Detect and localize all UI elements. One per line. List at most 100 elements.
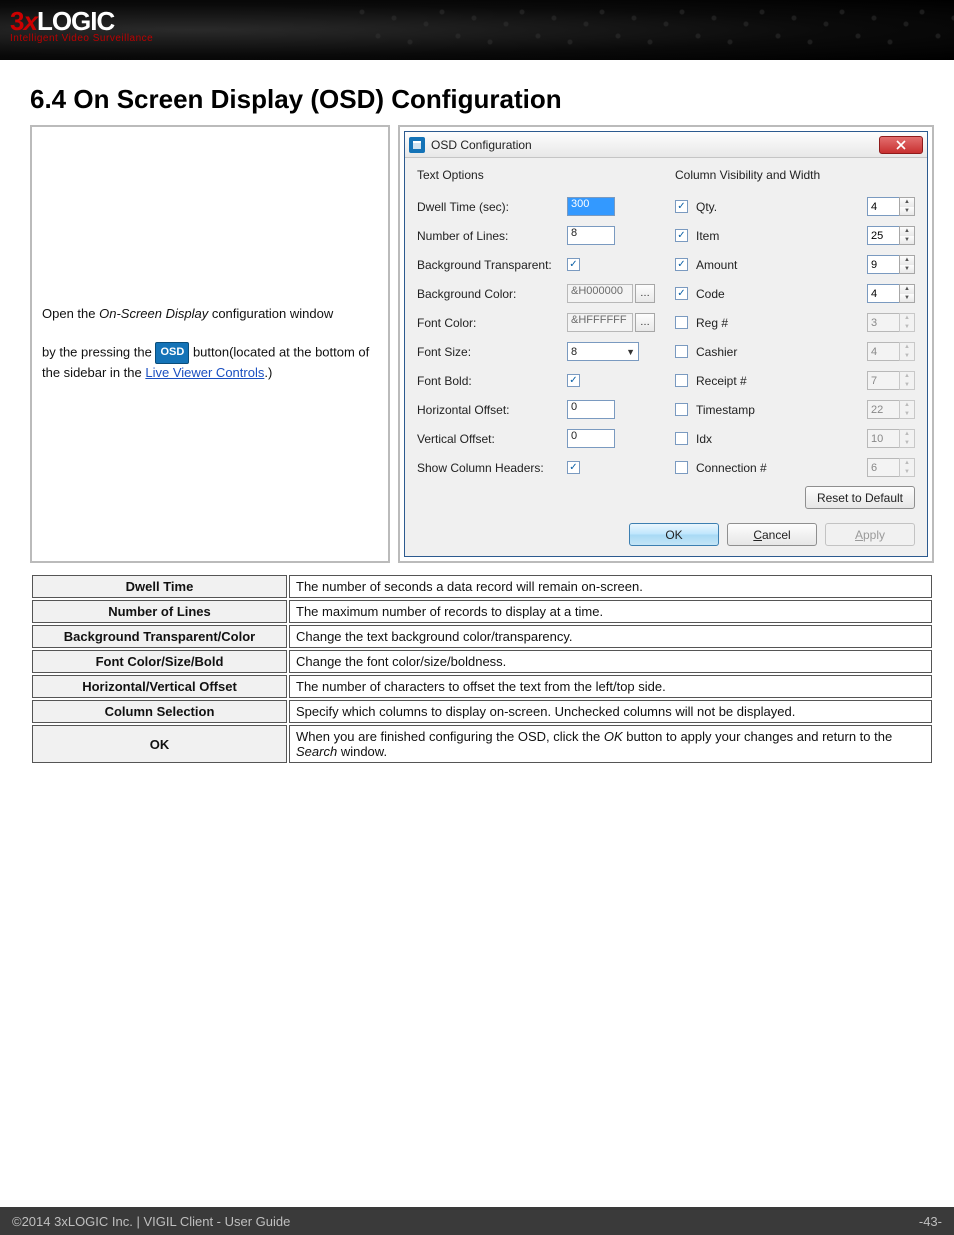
page-footer: ©2014 3xLOGIC Inc. | VIGIL Client - User… <box>0 1207 954 1235</box>
spinner-up-icon: ▲ <box>900 343 914 352</box>
apply-button[interactable]: Apply <box>825 523 915 546</box>
page-header: 3xLOGIC Intelligent Video Surveillance <box>0 0 954 60</box>
text-input[interactable]: 300 <box>567 197 615 216</box>
column-row: ✓ Amount ▲▼ <box>675 250 915 279</box>
checkbox[interactable] <box>675 461 688 474</box>
spinner-down-icon: ▼ <box>900 323 914 332</box>
column-label: Timestamp <box>696 403 859 417</box>
def-text: Change the text background color/transpa… <box>289 625 932 648</box>
logo-three: 3 <box>10 6 23 36</box>
spinner-down-icon[interactable]: ▼ <box>900 294 914 303</box>
width-spinner: ▲▼ <box>867 371 915 390</box>
checkbox[interactable] <box>675 345 688 358</box>
field-label: Font Bold: <box>417 374 567 388</box>
width-spinner[interactable]: ▲▼ <box>867 284 915 303</box>
checkbox[interactable]: ✓ <box>567 374 580 387</box>
spinner-down-icon: ▼ <box>900 439 914 448</box>
ellipsis-button[interactable]: … <box>635 313 655 332</box>
spinner-down-icon[interactable]: ▼ <box>900 265 914 274</box>
spinner-up-icon[interactable]: ▲ <box>900 256 914 265</box>
spinner-up-icon[interactable]: ▲ <box>900 285 914 294</box>
column-label: Item <box>696 229 859 243</box>
width-spinner: ▲▼ <box>867 342 915 361</box>
form-row: Background Color:&H000000… <box>417 279 657 308</box>
width-spinner[interactable]: ▲▼ <box>867 255 915 274</box>
form-row: Background Transparent:✓ <box>417 250 657 279</box>
checkbox[interactable]: ✓ <box>675 200 688 213</box>
column-row: Cashier ▲▼ <box>675 337 915 366</box>
column-row: Idx▲▼ <box>675 424 915 453</box>
field-label: Background Transparent: <box>417 258 567 272</box>
text-options-header: Text Options <box>417 168 657 182</box>
form-row: Show Column Headers:✓ <box>417 453 657 482</box>
field-label: Number of Lines: <box>417 229 567 243</box>
form-row: Font Color:&HFFFFFF… <box>417 308 657 337</box>
intro-emph: On-Screen Display <box>99 306 208 321</box>
checkbox[interactable] <box>675 432 688 445</box>
width-spinner: ▲▼ <box>867 313 915 332</box>
field-label: Show Column Headers: <box>417 461 567 475</box>
checkbox[interactable]: ✓ <box>675 229 688 242</box>
def-text: The number of seconds a data record will… <box>289 575 932 598</box>
column-row: Connection #▲▼ <box>675 453 915 482</box>
def-term: Horizontal/Vertical Offset <box>32 675 287 698</box>
form-row: Dwell Time (sec):300 <box>417 192 657 221</box>
spinner-down-icon: ▼ <box>900 468 914 477</box>
width-spinner[interactable]: ▲▼ <box>867 226 915 245</box>
checkbox[interactable] <box>675 374 688 387</box>
field-label: Vertical Offset: <box>417 432 567 446</box>
form-row: Vertical Offset:0 <box>417 424 657 453</box>
form-row: Horizontal Offset:0 <box>417 395 657 424</box>
checkbox[interactable]: ✓ <box>675 258 688 271</box>
column-visibility-header: Column Visibility and Width <box>675 168 915 182</box>
close-icon[interactable] <box>879 136 923 154</box>
text-input[interactable]: 8 <box>567 226 615 245</box>
column-label: Amount <box>696 258 859 272</box>
spinner-down-icon: ▼ <box>900 352 914 361</box>
color-input: &HFFFFFF <box>567 313 633 332</box>
width-spinner[interactable]: ▲▼ <box>867 197 915 216</box>
checkbox[interactable]: ✓ <box>567 461 580 474</box>
chevron-down-icon: ▼ <box>626 347 635 357</box>
combobox[interactable]: 8▼ <box>567 342 639 361</box>
field-label: Background Color: <box>417 287 567 301</box>
text-input[interactable]: 0 <box>567 400 615 419</box>
footer-left: ©2014 3xLOGIC Inc. | VIGIL Client - User… <box>12 1214 290 1229</box>
form-row: Font Size:8▼ <box>417 337 657 366</box>
spinner-up-icon[interactable]: ▲ <box>900 227 914 236</box>
definitions-table: Dwell TimeThe number of seconds a data r… <box>30 573 934 765</box>
column-label: Idx <box>696 432 859 446</box>
column-row: ✓Code▲▼ <box>675 279 915 308</box>
field-label: Font Color: <box>417 316 567 330</box>
ok-button[interactable]: OK <box>629 523 719 546</box>
checkbox[interactable] <box>675 316 688 329</box>
def-term: Background Transparent/Color <box>32 625 287 648</box>
field-label: Dwell Time (sec): <box>417 200 567 214</box>
cancel-button[interactable]: Cancel <box>727 523 817 546</box>
reset-to-default-button[interactable]: Reset to Default <box>805 486 915 509</box>
spinner-up-icon: ▲ <box>900 459 914 468</box>
dialog-titlebar: OSD Configuration <box>405 132 927 158</box>
column-label: Cashier <box>696 345 859 359</box>
checkbox[interactable]: ✓ <box>567 258 580 271</box>
spinner-down-icon[interactable]: ▼ <box>900 207 914 216</box>
def-term: Number of Lines <box>32 600 287 623</box>
checkbox[interactable]: ✓ <box>675 287 688 300</box>
logo-tagline: Intelligent Video Surveillance <box>10 33 153 44</box>
width-spinner: ▲▼ <box>867 400 915 419</box>
spinner-up-icon[interactable]: ▲ <box>900 198 914 207</box>
live-viewer-controls-link[interactable]: Live Viewer Controls <box>145 365 264 380</box>
def-text: The number of characters to offset the t… <box>289 675 932 698</box>
form-row: Font Bold:✓ <box>417 366 657 395</box>
def-term: Font Color/Size/Bold <box>32 650 287 673</box>
osd-config-dialog: OSD Configuration Text Options Dwell Tim… <box>404 131 928 557</box>
color-input: &H000000 <box>567 284 633 303</box>
ellipsis-button[interactable]: … <box>635 284 655 303</box>
def-term: Dwell Time <box>32 575 287 598</box>
spinner-down-icon[interactable]: ▼ <box>900 236 914 245</box>
checkbox[interactable] <box>675 403 688 416</box>
column-label: Reg # <box>696 316 859 330</box>
footer-page-number: -43- <box>919 1214 942 1229</box>
text-input[interactable]: 0 <box>567 429 615 448</box>
field-label: Horizontal Offset: <box>417 403 567 417</box>
